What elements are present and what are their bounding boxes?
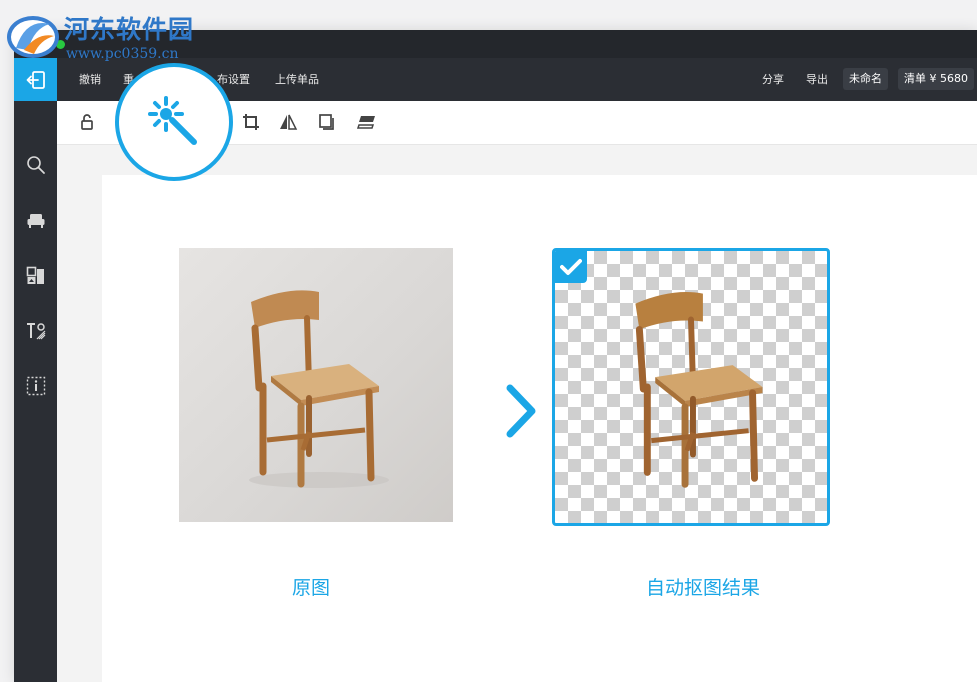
duplicate-icon [319, 114, 334, 130]
watermark-title: 河东软件园 [64, 15, 195, 44]
price-list-button[interactable]: 清单 ¥ 5680 [898, 68, 974, 90]
chair-cutout-image [635, 292, 763, 488]
export-menu-item[interactable]: 导出 [806, 58, 828, 101]
original-caption: 原图 [292, 577, 331, 599]
flip-button[interactable] [278, 112, 298, 132]
result-caption: 自动抠图结果 [646, 577, 761, 599]
search-button[interactable] [25, 154, 47, 176]
crop-button[interactable] [241, 112, 261, 132]
image-library-icon [26, 266, 44, 284]
exit-icon [26, 70, 45, 89]
share-menu-item[interactable]: 分享 [762, 58, 784, 101]
info-frame-icon [26, 376, 46, 396]
image-library-button[interactable] [25, 265, 47, 287]
chair-image [249, 290, 389, 488]
layers-icon [357, 116, 375, 129]
duplicate-button[interactable] [317, 112, 337, 132]
search-icon [27, 156, 45, 174]
unlock-icon [81, 114, 93, 130]
watermark-logo-icon [7, 16, 59, 58]
chevron-right-icon [506, 384, 536, 438]
sofa-icon [27, 214, 45, 228]
info-frame-button[interactable] [25, 375, 47, 397]
original-photo [179, 248, 453, 522]
upload-item-menu-item[interactable]: 上传单品 [275, 58, 319, 101]
magic-wand-button[interactable] [115, 63, 233, 181]
project-name-button[interactable]: 未命名 [843, 68, 888, 90]
furniture-button[interactable] [25, 210, 47, 232]
check-icon [560, 259, 582, 275]
text-style-button[interactable] [25, 320, 47, 342]
left-sidebar [14, 58, 57, 682]
selected-check-badge[interactable] [555, 251, 587, 283]
watermark: 河东软件园 www.pc0359.cn [0, 0, 220, 66]
text-style-icon [27, 323, 46, 340]
crop-icon [243, 114, 259, 130]
cutout-result[interactable] [552, 248, 830, 526]
unlock-button[interactable] [78, 112, 98, 132]
magic-wand-icon [148, 96, 197, 145]
flip-icon [280, 114, 298, 130]
watermark-url: www.pc0359.cn [66, 46, 179, 62]
layers-button[interactable] [357, 112, 377, 132]
